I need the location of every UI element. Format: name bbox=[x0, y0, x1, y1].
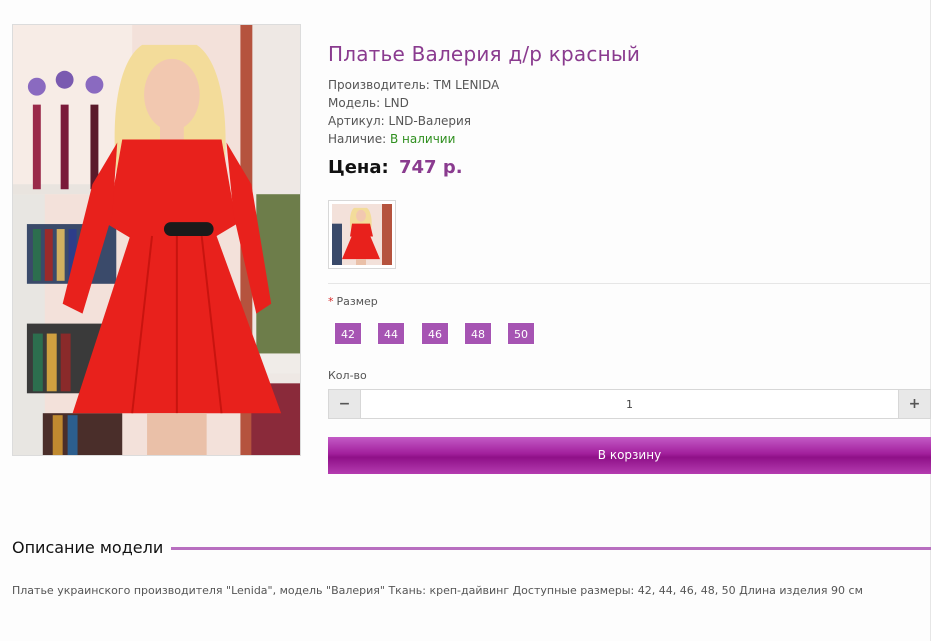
divider bbox=[328, 283, 931, 284]
product-main-image[interactable] bbox=[12, 24, 301, 456]
price-label: Цена: bbox=[328, 157, 389, 178]
spec-label: Наличие: bbox=[328, 132, 387, 146]
price-row: Цена: 747 р. bbox=[328, 154, 931, 182]
spec-sku: Артикул: LND-Валерия bbox=[328, 112, 931, 130]
product-title: Платье Валерия д/р красный bbox=[328, 42, 641, 66]
thumbnail-image bbox=[332, 204, 392, 265]
size-option-44[interactable]: 44 bbox=[377, 322, 405, 345]
size-label: * Размер bbox=[328, 295, 378, 308]
required-mark: * bbox=[328, 295, 334, 308]
spec-manufacturer: Производитель: TM LENIDA bbox=[328, 76, 931, 94]
spec-label: Производитель: bbox=[328, 78, 430, 92]
spec-label: Модель: bbox=[328, 96, 381, 110]
size-option-48[interactable]: 48 bbox=[464, 322, 492, 345]
spec-availability: Наличие: В наличии bbox=[328, 130, 931, 148]
dress-photo-illustration bbox=[13, 25, 300, 455]
price-value: 747 р. bbox=[398, 157, 463, 178]
spec-list: Производитель: TM LENIDA Модель: LND Арт… bbox=[328, 76, 931, 148]
size-option-42[interactable]: 42 bbox=[334, 322, 362, 345]
size-label-text: Размер bbox=[336, 295, 378, 308]
spec-model: Модель: LND bbox=[328, 94, 931, 112]
description-text: Платье украинского производителя "Lenida… bbox=[12, 584, 863, 597]
spec-value: LND bbox=[384, 96, 409, 110]
qty-decrease-button[interactable]: − bbox=[329, 390, 361, 418]
qty-increase-button[interactable]: + bbox=[898, 390, 930, 418]
qty-label: Кол-во bbox=[328, 369, 367, 382]
size-option-50[interactable]: 50 bbox=[507, 322, 535, 345]
availability-status: В наличии bbox=[390, 132, 456, 146]
size-option-46[interactable]: 46 bbox=[421, 322, 449, 345]
spec-value: LND-Валерия bbox=[388, 114, 472, 128]
product-thumbnail[interactable] bbox=[328, 200, 396, 269]
qty-input[interactable] bbox=[361, 390, 898, 418]
quantity-stepper: − + bbox=[328, 389, 931, 419]
spec-label: Артикул: bbox=[328, 114, 385, 128]
product-info: Платье Валерия д/р красный Производитель… bbox=[328, 40, 931, 182]
add-to-cart-button[interactable]: В корзину bbox=[328, 437, 931, 474]
description-heading: Описание модели bbox=[12, 537, 172, 559]
spec-value: TM LENIDA bbox=[433, 78, 500, 92]
